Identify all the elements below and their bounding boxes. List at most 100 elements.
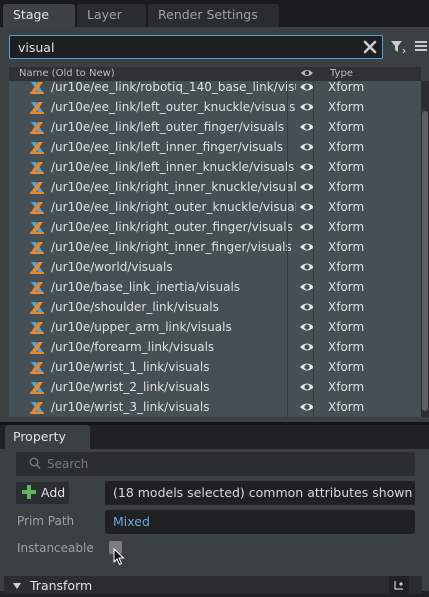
xform-icon — [30, 300, 44, 314]
tree-row[interactable]: /ur10e/wrist_2_link/visuals Xform — [9, 378, 421, 398]
mouse-cursor-icon — [113, 547, 125, 569]
xform-icon — [30, 81, 44, 94]
prim-type-text: Xform — [328, 380, 365, 394]
add-button[interactable]: Add — [16, 482, 69, 504]
stage-search-field[interactable] — [9, 35, 383, 59]
prim-path-text: /ur10e/shoulder_link/visuals — [51, 300, 219, 314]
xform-icon — [30, 400, 44, 414]
transform-section-header[interactable]: Transform — [4, 576, 422, 594]
stage-search-input[interactable] — [18, 38, 348, 56]
prim-path-label: Prim Path — [17, 514, 75, 528]
tree-row[interactable]: /ur10e/wrist_1_link/visuals Xform — [9, 358, 421, 378]
prim-type-text: Xform — [328, 320, 365, 334]
tree-row[interactable]: /ur10e/ee_link/right_outer_finger/visual… — [9, 218, 421, 238]
tree-row[interactable]: /ur10e/shoulder_link/visuals Xform — [9, 298, 421, 318]
xform-icon — [30, 220, 44, 234]
panel-tab-bar: Stage Layer Render Settings — [0, 0, 429, 27]
prim-path-text: /ur10e/forearm_link/visuals — [51, 340, 215, 354]
xform-icon — [30, 160, 44, 174]
prim-path-text: /ur10e/world/visuals — [51, 260, 173, 274]
tree-row[interactable]: /ur10e/ee_link/left_inner_finger/visuals… — [9, 138, 421, 158]
xform-icon — [30, 360, 44, 374]
collapse-triangle-icon[interactable] — [12, 580, 22, 594]
eye-icon[interactable] — [300, 67, 314, 82]
prim-path-text: /ur10e/ee_link/right_inner_finger/visual… — [51, 240, 292, 254]
prim-path-text: /ur10e/ee_link/right_outer_knuckle/visua… — [51, 200, 296, 214]
close-icon[interactable] — [362, 38, 378, 56]
prim-type-text: Xform — [328, 240, 365, 254]
tab-layer[interactable]: Layer — [77, 4, 146, 27]
xform-icon — [30, 340, 44, 354]
xform-icon — [30, 120, 44, 134]
property-panel: Search Add (18 models selected) common a… — [0, 449, 429, 594]
prim-path-text: /ur10e/ee_link/left_outer_knuckle/visual… — [51, 100, 296, 114]
tree-scrollbar-thumb[interactable] — [422, 111, 428, 411]
xform-icon — [30, 180, 44, 194]
xform-icon — [30, 240, 44, 254]
prim-type-text: Xform — [328, 200, 365, 214]
prim-path-text: /ur10e/ee_link/left_inner_finger/visuals — [51, 140, 283, 154]
xform-icon — [30, 280, 44, 294]
filter-icon[interactable] — [390, 40, 406, 57]
stage-panel: Name (Old to New) Type /ur10e/ee_link/ro… — [0, 27, 429, 422]
selection-info: (18 models selected) common attributes s… — [113, 485, 413, 500]
tree-row[interactable]: /ur10e/forearm_link/visuals Xform — [9, 338, 421, 358]
tree-scrollbar[interactable] — [421, 81, 429, 417]
prim-path-value: Mixed — [113, 514, 150, 529]
tree-row[interactable]: /ur10e/ee_link/robotiq_140_base_link/vis… — [9, 81, 421, 98]
tree-row[interactable]: /ur10e/ee_link/right_inner_finger/visual… — [9, 238, 421, 258]
prim-path-text: /ur10e/wrist_2_link/visuals — [51, 380, 210, 394]
tree-row[interactable]: /ur10e/base_link_inertia/visuals Xform — [9, 278, 421, 298]
tree-row[interactable]: /ur10e/ee_link/right_outer_knuckle/visua… — [9, 198, 421, 218]
tree-row[interactable]: /ur10e/world/visuals Xform — [9, 258, 421, 278]
instanceable-label: Instanceable — [17, 541, 94, 555]
prim-path-text: /ur10e/upper_arm_link/visuals — [51, 320, 232, 334]
prim-type-text: Xform — [328, 160, 365, 174]
search-icon — [29, 457, 41, 473]
tree-row[interactable]: /ur10e/ee_link/left_inner_knuckle/visual… — [9, 158, 421, 178]
tree-row[interactable]: /ur10e/upper_arm_link/visuals Xform — [9, 318, 421, 338]
column-name[interactable]: Name (Old to New) — [19, 68, 115, 79]
prim-type-text: Xform — [328, 300, 365, 314]
prim-path-text: /ur10e/ee_link/left_outer_finger/visuals — [51, 120, 285, 134]
add-button-label: Add — [41, 485, 66, 500]
xform-icon — [30, 320, 44, 334]
tree-row[interactable]: /ur10e/ee_link/left_outer_finger/visuals… — [9, 118, 421, 138]
prim-type-text: Xform — [328, 100, 365, 114]
prim-path-text: /ur10e/wrist_3_link/visuals — [51, 400, 210, 414]
column-divider — [287, 81, 288, 417]
prim-type-text: Xform — [328, 120, 365, 134]
stage-tree: /ur10e/ee_link/robotiq_140_base_link/vis… — [9, 81, 421, 417]
xform-icon — [30, 380, 44, 394]
tab-render-settings[interactable]: Render Settings — [148, 4, 279, 27]
prim-type-text: Xform — [328, 280, 365, 294]
column-type[interactable]: Type — [330, 68, 353, 79]
tree-row[interactable]: /ur10e/ee_link/right_inner_knuckle/visua… — [9, 178, 421, 198]
prim-type-text: Xform — [328, 340, 365, 354]
tab-stage[interactable]: Stage — [3, 4, 75, 27]
search-placeholder: Search — [47, 457, 89, 471]
xform-icon — [30, 200, 44, 214]
prim-type-text: Xform — [328, 81, 365, 94]
prim-path-text: /ur10e/base_link_inertia/visuals — [51, 280, 241, 294]
prim-type-text: Xform — [328, 400, 365, 414]
prim-path-text: /ur10e/ee_link/right_outer_finger/visual… — [51, 220, 293, 234]
xform-icon — [30, 140, 44, 154]
xform-icon — [30, 100, 44, 114]
transform-options-button[interactable] — [389, 576, 409, 594]
prim-type-text: Xform — [328, 220, 365, 234]
prim-path-field[interactable]: Mixed — [105, 510, 415, 534]
tree-row[interactable]: /ur10e/wrist_3_link/visuals Xform — [9, 398, 421, 417]
column-divider — [313, 81, 314, 417]
prim-type-text: Xform — [328, 180, 365, 194]
prim-path-text: /ur10e/wrist_1_link/visuals — [51, 360, 210, 374]
prim-path-text: /ur10e/ee_link/left_inner_knuckle/visual… — [51, 160, 295, 174]
selection-info-field: (18 models selected) common attributes s… — [105, 481, 415, 505]
prim-path-text: /ur10e/ee_link/robotiq_140_base_link/vis… — [51, 81, 296, 94]
tree-row[interactable]: /ur10e/ee_link/left_outer_knuckle/visual… — [9, 98, 421, 118]
plus-icon — [22, 485, 36, 499]
tab-property[interactable]: Property — [5, 425, 90, 449]
hamburger-menu-icon[interactable] — [414, 40, 428, 55]
property-search-input[interactable]: Search — [16, 452, 415, 476]
prim-type-text: Xform — [328, 260, 365, 274]
